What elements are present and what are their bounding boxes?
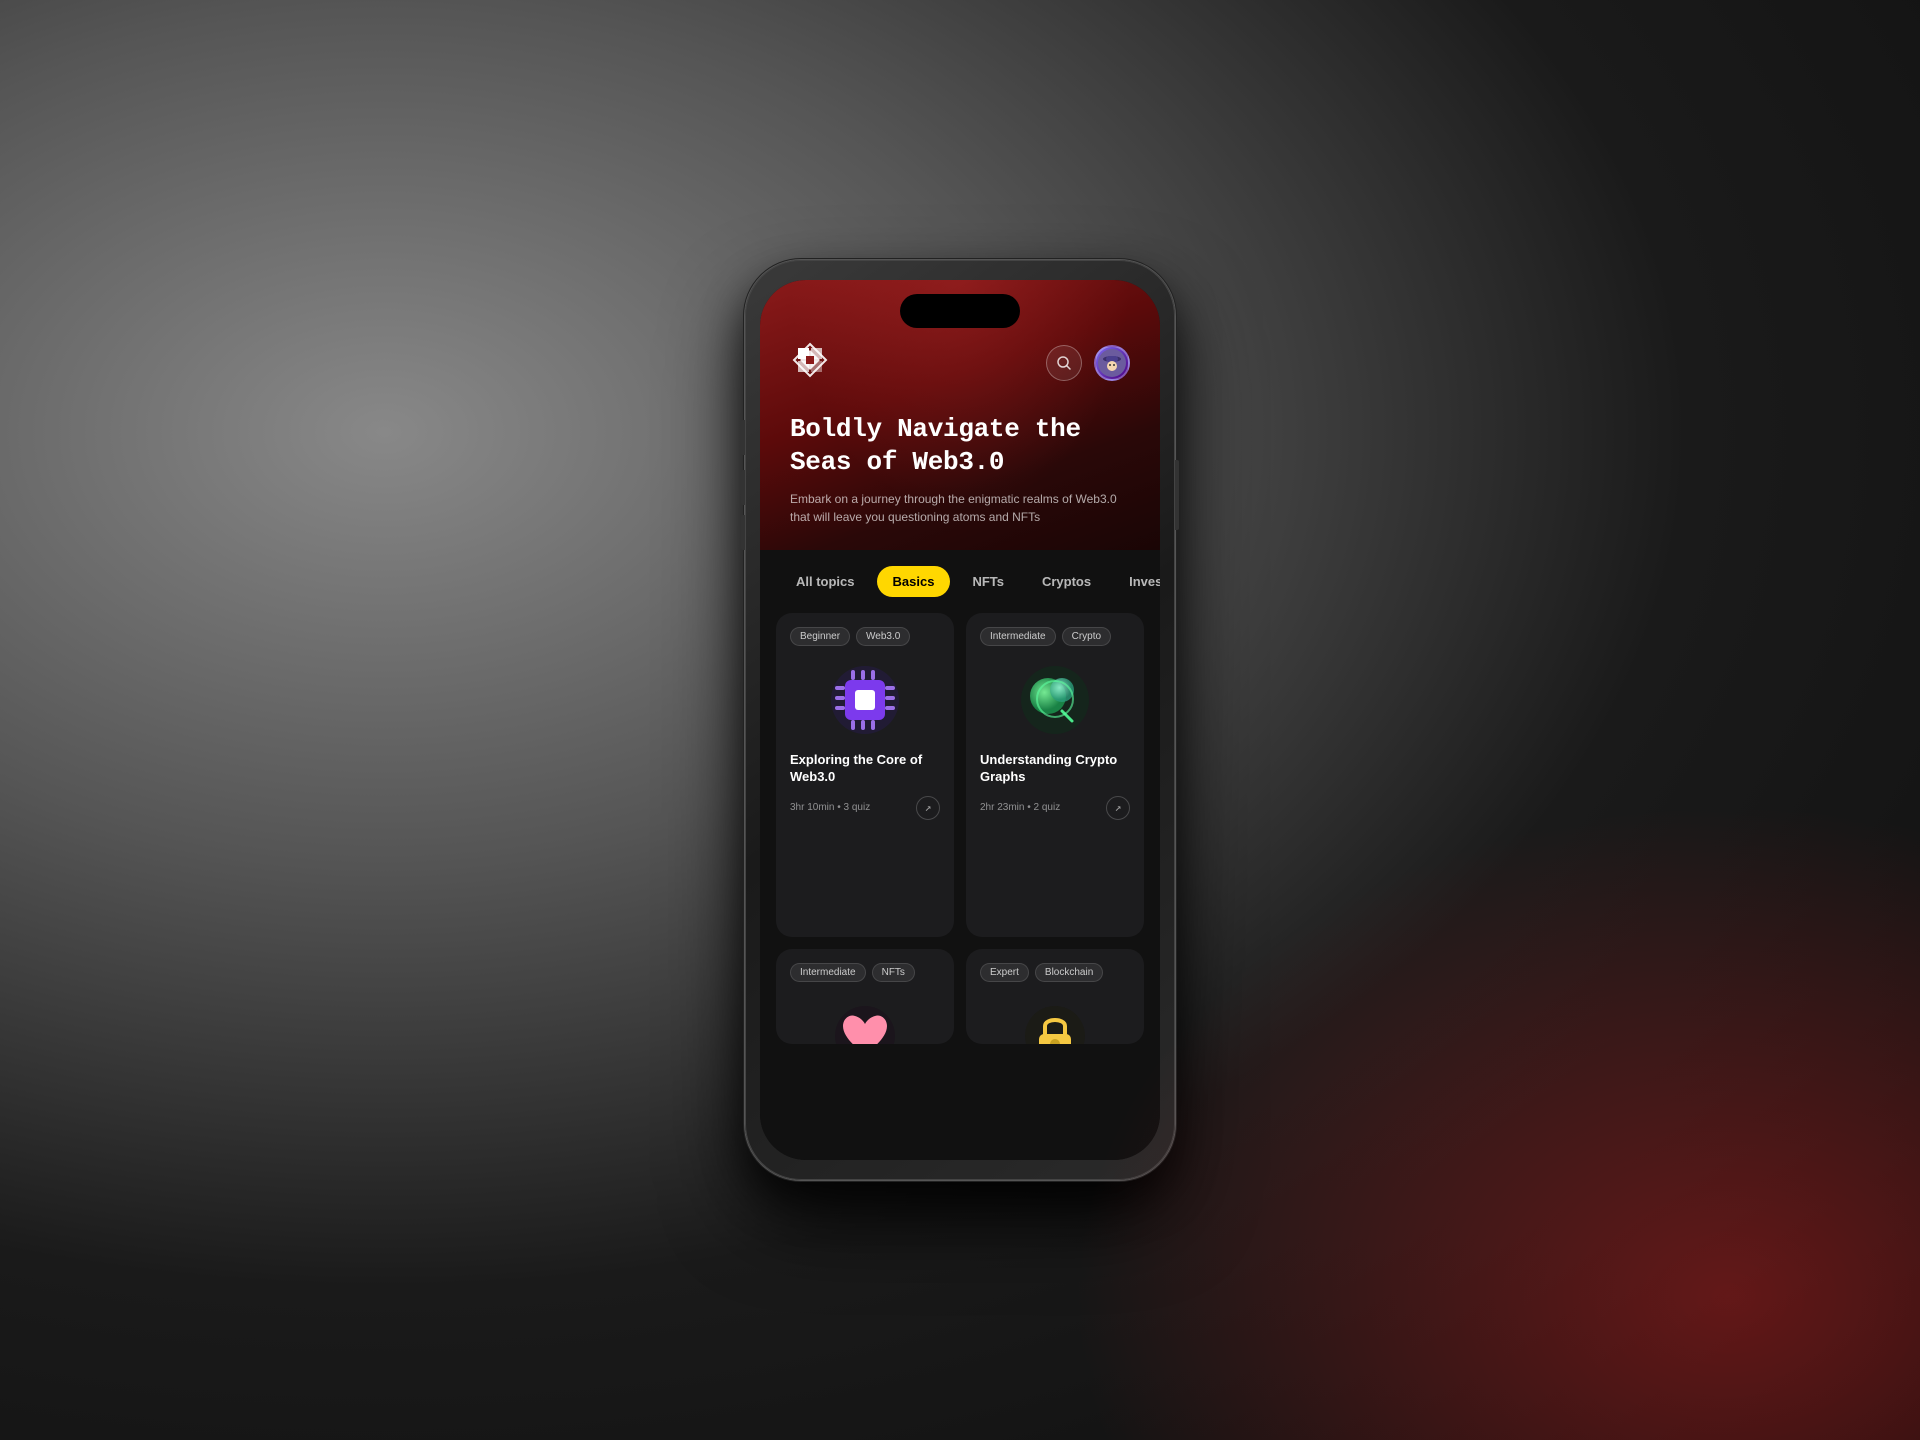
tag-expert: Expert <box>980 963 1029 982</box>
tag-web3: Web3.0 <box>856 627 910 646</box>
courses-grid: Beginner Web3.0 <box>760 601 1160 1160</box>
tag-beginner: Beginner <box>790 627 850 646</box>
card-2-meta: 2hr 23min • 2 quiz ↗ <box>980 796 1130 820</box>
card-2-tags: Intermediate Crypto <box>980 627 1130 646</box>
tag-blockchain: Blockchain <box>1035 963 1103 982</box>
card-3-tags: Intermediate NFTs <box>790 963 940 982</box>
tag-crypto: Crypto <box>1062 627 1111 646</box>
card-1-info: 3hr 10min • 3 quiz <box>790 802 870 813</box>
tab-investing[interactable]: Investing <box>1113 566 1160 597</box>
tag-intermediate-2: Intermediate <box>790 963 866 982</box>
dynamic-island <box>900 294 1020 328</box>
card-4-icon <box>1015 996 1095 1044</box>
card-1-meta: 3hr 10min • 3 quiz ↗ <box>790 796 940 820</box>
course-card-2[interactable]: Intermediate Crypto <box>966 613 1144 937</box>
tab-cryptos[interactable]: Cryptos <box>1026 566 1107 597</box>
tag-intermediate: Intermediate <box>980 627 1056 646</box>
card-2-title: Understanding Crypto Graphs <box>980 752 1130 786</box>
hero-subtitle: Embark on a journey through the enigmati… <box>790 490 1130 526</box>
course-card-3[interactable]: Intermediate NFTs <box>776 949 954 1044</box>
card-1-title: Exploring the Core of Web3.0 <box>790 752 940 786</box>
search-button[interactable] <box>1046 345 1082 381</box>
course-card-1[interactable]: Beginner Web3.0 <box>776 613 954 937</box>
screen-content: Boldly Navigate the Seas of Web3.0 Embar… <box>760 280 1160 1160</box>
course-card-4[interactable]: Expert Blockchain <box>966 949 1144 1044</box>
tab-basics[interactable]: Basics <box>877 566 951 597</box>
phone-screen: Boldly Navigate the Seas of Web3.0 Embar… <box>760 280 1160 1160</box>
phone-mockup: Boldly Navigate the Seas of Web3.0 Embar… <box>745 260 1175 1180</box>
hero-title: Boldly Navigate the Seas of Web3.0 <box>790 413 1130 478</box>
card-1-icon <box>825 660 905 740</box>
card-4-tags: Expert Blockchain <box>980 963 1130 982</box>
tab-nfts[interactable]: NFTs <box>956 566 1020 597</box>
tabs-section: All topics Basics NFTs Cryptos Investing <box>760 550 1160 601</box>
phone-outer-frame: Boldly Navigate the Seas of Web3.0 Embar… <box>745 260 1175 1180</box>
card-3-icon <box>825 996 905 1044</box>
card-2-arrow[interactable]: ↗ <box>1106 796 1130 820</box>
app-logo[interactable] <box>790 340 830 385</box>
card-1-tags: Beginner Web3.0 <box>790 627 940 646</box>
card-2-info: 2hr 23min • 2 quiz <box>980 802 1060 813</box>
tab-all-topics[interactable]: All topics <box>780 566 871 597</box>
card-2-icon <box>1015 660 1095 740</box>
user-avatar[interactable] <box>1094 345 1130 381</box>
card-1-arrow[interactable]: ↗ <box>916 796 940 820</box>
nav-right <box>1046 345 1130 381</box>
nav-bar <box>790 340 1130 385</box>
tag-nfts: NFTs <box>872 963 915 982</box>
